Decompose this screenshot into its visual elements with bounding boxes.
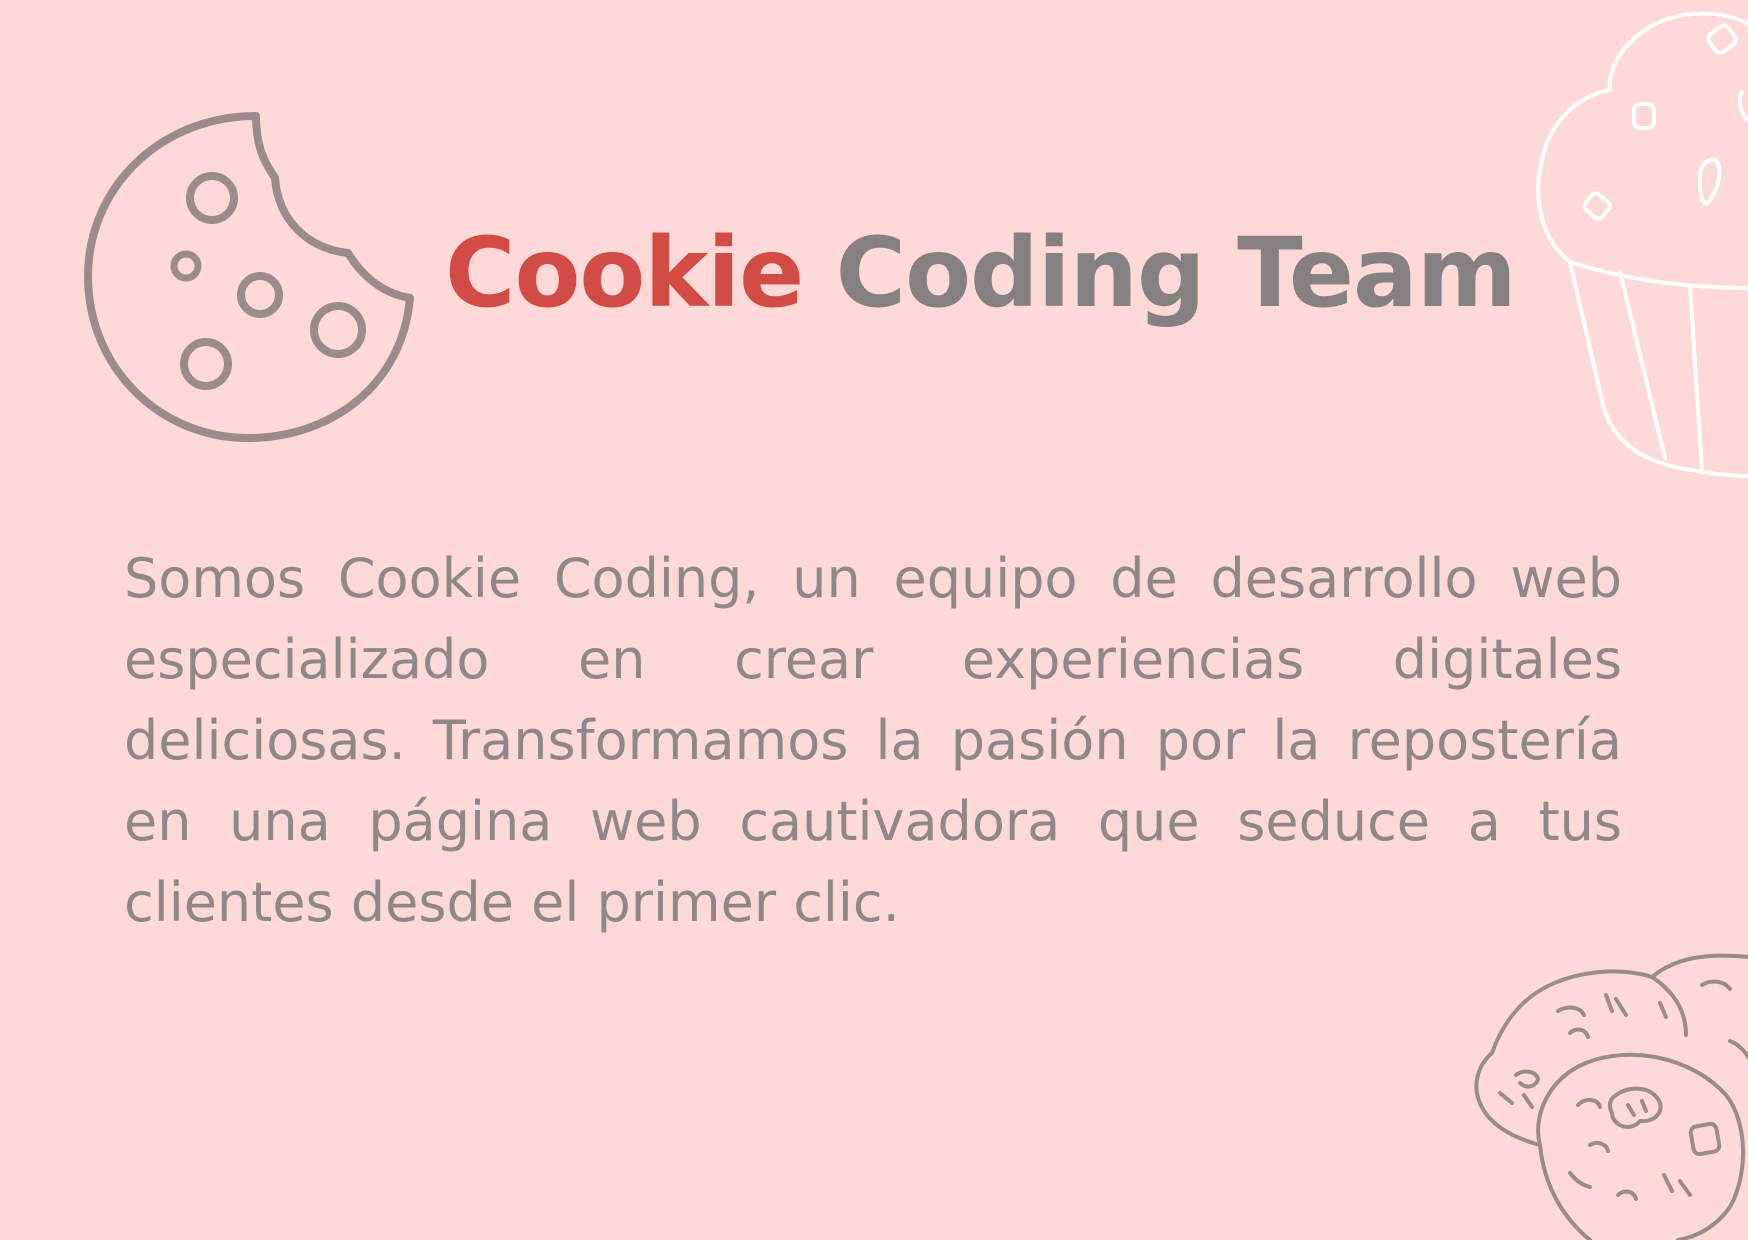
title-accent-word: Cookie (445, 217, 804, 329)
bitten-cookie-icon (84, 112, 414, 442)
muffin-icon (1536, 11, 1748, 478)
page-title: Cookie Coding Team (445, 217, 1517, 329)
cookies-icon (1474, 953, 1748, 1240)
description-paragraph: Somos Cookie Coding, un equipo de desarr… (124, 547, 1622, 934)
title-rest-words: Coding Team (835, 217, 1517, 329)
